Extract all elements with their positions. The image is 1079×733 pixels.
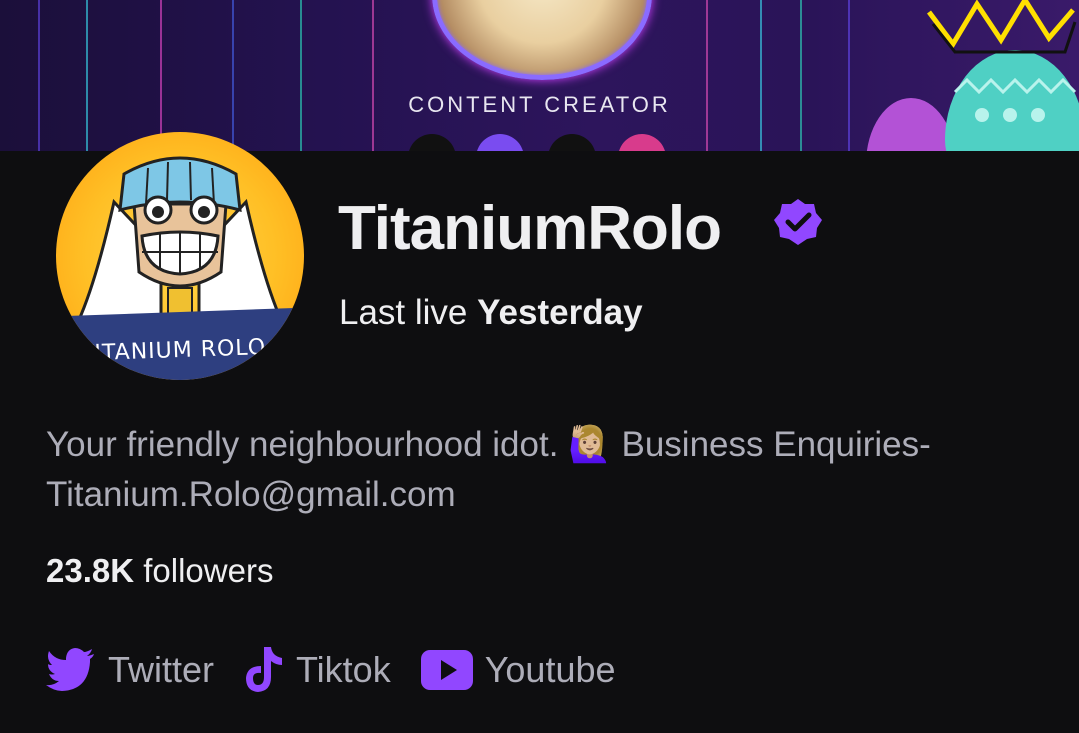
easter-egg-teal	[945, 50, 1079, 151]
youtube-icon	[420, 650, 473, 690]
bio-text: Your friendly neighbourhood idot.	[46, 425, 559, 464]
banner-light-stripe	[232, 0, 234, 151]
banner-light-stripe	[160, 0, 162, 151]
banner-light-stripe	[800, 0, 802, 151]
banner-discord-icon	[476, 134, 524, 151]
tiktok-link[interactable]: Tiktok	[244, 647, 391, 693]
raising-hand-emoji: 🙋🏼‍♀️	[568, 425, 612, 464]
twitter-label: Twitter	[108, 649, 215, 690]
banner-light-stripe	[848, 0, 850, 151]
tiktok-label: Tiktok	[296, 649, 391, 690]
banner-light-stripe	[760, 0, 762, 151]
last-live-value: Yesterday	[477, 293, 643, 332]
banner-tiktok-icon	[408, 134, 456, 151]
banner-light-stripe	[300, 0, 302, 151]
last-live-status: Last live Yesterday	[339, 290, 643, 336]
banner-light-stripe	[372, 0, 374, 151]
verified-badge-icon	[774, 199, 822, 245]
youtube-label: Youtube	[484, 649, 616, 690]
twitter-link[interactable]: Twitter	[46, 648, 214, 692]
tiktok-icon	[246, 647, 283, 692]
channel-avatar[interactable]: TITANIUM ROLO	[56, 132, 304, 380]
profile-banner: CONTENT CREATOR	[0, 0, 1079, 151]
social-links: Twitter Tiktok Youtube	[46, 643, 646, 697]
banner-instagram-icon	[618, 134, 666, 151]
banner-light-stripe	[38, 0, 40, 151]
banner-creator-photo	[432, 0, 652, 80]
followers-label: followers	[143, 552, 274, 589]
youtube-link[interactable]: Youtube	[420, 649, 616, 691]
banner-light-stripe	[86, 0, 88, 151]
banner-light-stripe	[706, 0, 708, 151]
last-live-label: Last live	[339, 293, 468, 332]
followers-number: 23.8K	[46, 552, 135, 589]
channel-name: TitaniumRolo	[338, 194, 722, 263]
follower-count: 23.8K followers	[46, 548, 273, 594]
crown-icon	[927, 0, 1077, 54]
channel-bio: Your friendly neighbourhood idot. 🙋🏼‍♀️ …	[46, 420, 1056, 520]
twitter-icon	[46, 648, 94, 691]
banner-x-icon	[548, 134, 596, 151]
